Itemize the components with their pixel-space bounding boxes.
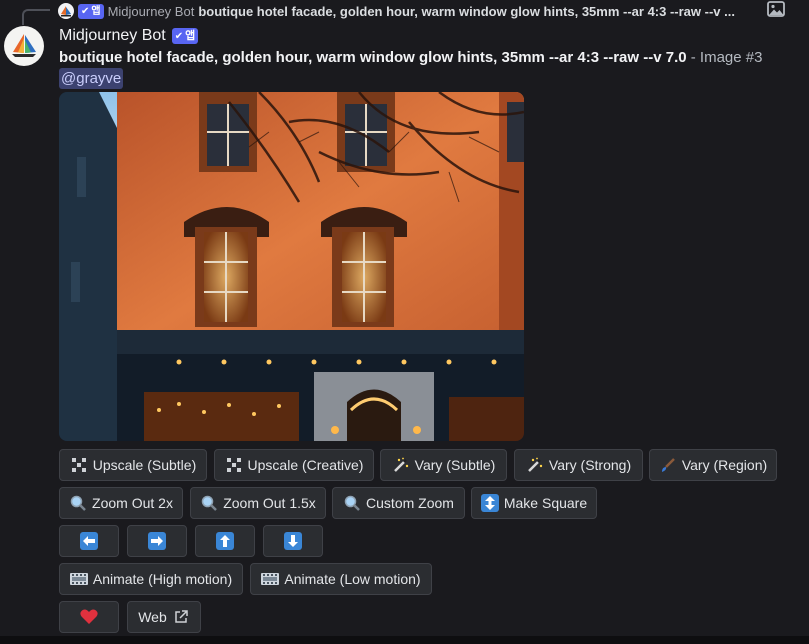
user-mention[interactable]: @grayve: [59, 68, 124, 89]
image-icon: [767, 1, 785, 17]
reply-avatar: [58, 3, 74, 19]
arrow-right-icon: [148, 532, 166, 550]
heart-icon: [80, 608, 98, 626]
magnifier-icon: [200, 494, 218, 512]
make-square-button[interactable]: Make Square: [471, 487, 597, 519]
bottom-divider: [0, 636, 809, 644]
generated-image[interactable]: [59, 92, 524, 441]
vary-region-button[interactable]: Vary (Region): [649, 449, 777, 481]
pan-left-button[interactable]: [59, 525, 119, 557]
arrow-left-icon: [80, 532, 98, 550]
expand-icon: [225, 456, 243, 474]
film-frames-icon: [261, 570, 280, 588]
hotel-facade-image: [59, 92, 524, 441]
magic-wand-icon: [392, 456, 410, 474]
like-button[interactable]: [59, 601, 119, 633]
zoom-out-2x-button[interactable]: Zoom Out 2x: [59, 487, 183, 519]
up-down-arrow-icon: [480, 494, 499, 512]
pan-up-button[interactable]: [195, 525, 255, 557]
zoom-out-1-5x-button[interactable]: Zoom Out 1.5x: [190, 487, 326, 519]
upscale-creative-button[interactable]: Upscale (Creative): [214, 449, 374, 481]
animate-low-motion-button[interactable]: Animate (Low motion): [250, 563, 432, 595]
image-number: - Image #3: [686, 49, 763, 66]
animate-high-motion-button[interactable]: Animate (High motion): [59, 563, 243, 595]
paintbrush-icon: [659, 456, 677, 474]
reply-author[interactable]: Midjourney Bot: [108, 4, 195, 19]
sailboat-icon: [12, 34, 36, 57]
web-link-button[interactable]: Web: [127, 601, 201, 633]
pan-down-button[interactable]: [263, 525, 323, 557]
magnifier-icon: [343, 494, 361, 512]
vary-strong-button[interactable]: Vary (Strong): [514, 449, 643, 481]
custom-zoom-button[interactable]: Custom Zoom: [332, 487, 465, 519]
avatar[interactable]: [4, 26, 44, 66]
reply-text: boutique hotel facade, golden hour, warm…: [198, 3, 735, 19]
film-frames-icon: [69, 570, 88, 588]
app-badge: ✔ 앱: [171, 28, 199, 44]
arrow-up-icon: [216, 532, 234, 550]
upscale-subtle-button[interactable]: Upscale (Subtle): [59, 449, 207, 481]
message-header: Midjourney Bot ✔ 앱: [59, 25, 199, 47]
reply-connector: [22, 9, 50, 25]
prompt-text: boutique hotel facade, golden hour, warm…: [59, 49, 687, 66]
reply-preview[interactable]: ✔ 앱 Midjourney Bot boutique hotel facade,…: [58, 2, 809, 20]
verified-check-icon: ✔: [81, 5, 90, 17]
verified-check-icon: ✔: [174, 30, 184, 42]
expand-icon: [70, 456, 88, 474]
vary-subtle-button[interactable]: Vary (Subtle): [380, 449, 507, 481]
username[interactable]: Midjourney Bot: [59, 27, 166, 45]
reply-app-badge: ✔ 앱: [78, 3, 104, 19]
pan-right-button[interactable]: [127, 525, 187, 557]
external-link-icon: [172, 608, 190, 626]
magnifier-icon: [69, 494, 87, 512]
prompt-line: boutique hotel facade, golden hour, warm…: [59, 48, 809, 68]
magic-wand-icon: [526, 456, 544, 474]
arrow-down-icon: [284, 532, 302, 550]
